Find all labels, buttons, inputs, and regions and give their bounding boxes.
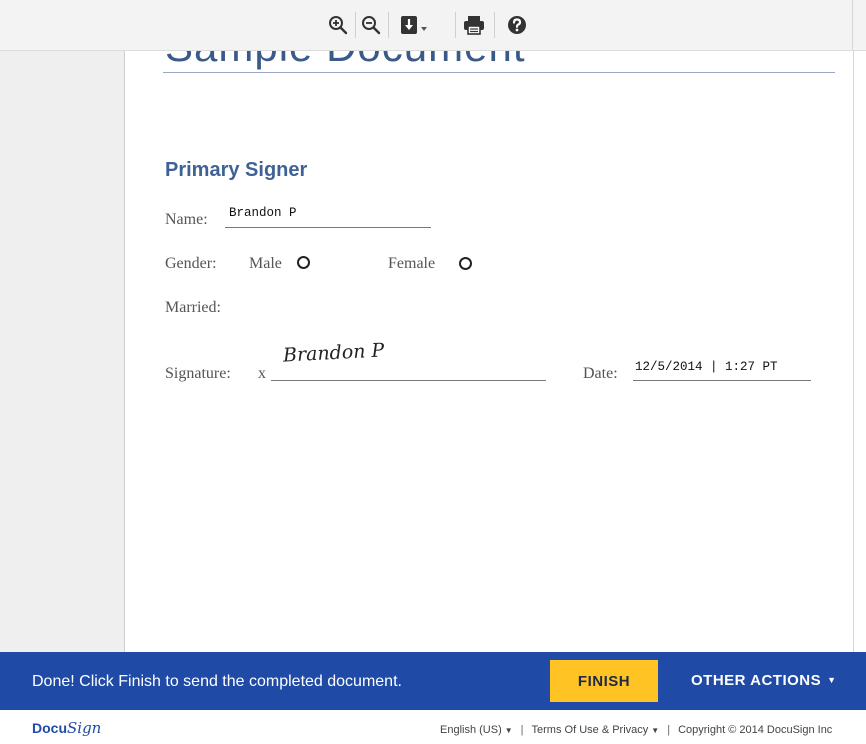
caret-down-icon: ▼: [827, 675, 837, 685]
toolbar-separator: [388, 12, 389, 38]
finish-button[interactable]: FINISH: [550, 660, 658, 702]
document-title: Sample Document: [165, 51, 526, 71]
download-icon: [401, 16, 427, 34]
other-actions-button[interactable]: OTHER ACTIONS ▼: [691, 672, 837, 689]
copyright-text: Copyright © 2014 DocuSign Inc: [678, 724, 833, 736]
zoom-out-button[interactable]: [359, 12, 383, 38]
gender-option-male-label: Male: [249, 255, 282, 272]
download-button[interactable]: [398, 12, 432, 38]
help-button[interactable]: [505, 12, 529, 38]
name-label: Name:: [165, 211, 208, 228]
toolbar-separator: [494, 12, 495, 38]
print-icon: [464, 16, 484, 35]
section-heading: Primary Signer: [165, 159, 308, 181]
caret-down-icon: ▼: [651, 726, 660, 735]
gender-female-radio[interactable]: [459, 257, 472, 270]
caret-down-icon: ▼: [504, 726, 513, 735]
footer-links: English (US) ▼ | Terms Of Use & Privacy ▼ | Co…: [440, 724, 833, 736]
zoom-out-icon: [362, 16, 381, 35]
banner-message: Done! Click Finish to send the completed…: [32, 673, 402, 690]
help-icon: [508, 16, 526, 34]
toolbar: [0, 0, 866, 51]
gender-male-radio[interactable]: [297, 256, 310, 269]
signature-x-mark: x: [258, 365, 266, 382]
signature-label: Signature:: [165, 365, 231, 382]
married-label: Married:: [165, 299, 221, 316]
docusign-logo: DocuSign: [32, 719, 102, 737]
document-page: Sample Document Primary Signer Name: Bra…: [125, 51, 853, 652]
gender-option-female-label: Female: [388, 255, 436, 272]
footer: DocuSign English (US) ▼ | Terms Of Use & Pr…: [0, 710, 866, 744]
name-field[interactable]: Brandon P: [229, 206, 297, 220]
zoom-in-icon: [329, 16, 348, 35]
date-label: Date:: [583, 365, 618, 382]
signature-field[interactable]: Brandon P: [282, 339, 384, 366]
title-divider: [163, 72, 835, 73]
gender-label: Gender:: [165, 255, 217, 272]
signature-underline: [271, 380, 546, 381]
viewer-edge: [853, 51, 854, 652]
terms-privacy-link[interactable]: Terms Of Use & Privacy ▼: [532, 724, 660, 736]
date-field[interactable]: 12/5/2014 | 1:27 PT: [635, 360, 778, 374]
zoom-in-button[interactable]: [326, 12, 350, 38]
other-actions-label: OTHER ACTIONS: [691, 672, 822, 689]
print-button[interactable]: [462, 12, 486, 38]
toolbar-edge: [852, 0, 853, 50]
date-field-underline: [633, 380, 811, 381]
toolbar-separator: [455, 12, 456, 38]
language-selector[interactable]: English (US) ▼: [440, 724, 513, 736]
completion-banner: Done! Click Finish to send the completed…: [0, 652, 866, 710]
toolbar-separator: [355, 12, 356, 38]
viewer-gutter: [0, 51, 125, 652]
name-field-underline: [225, 227, 431, 228]
